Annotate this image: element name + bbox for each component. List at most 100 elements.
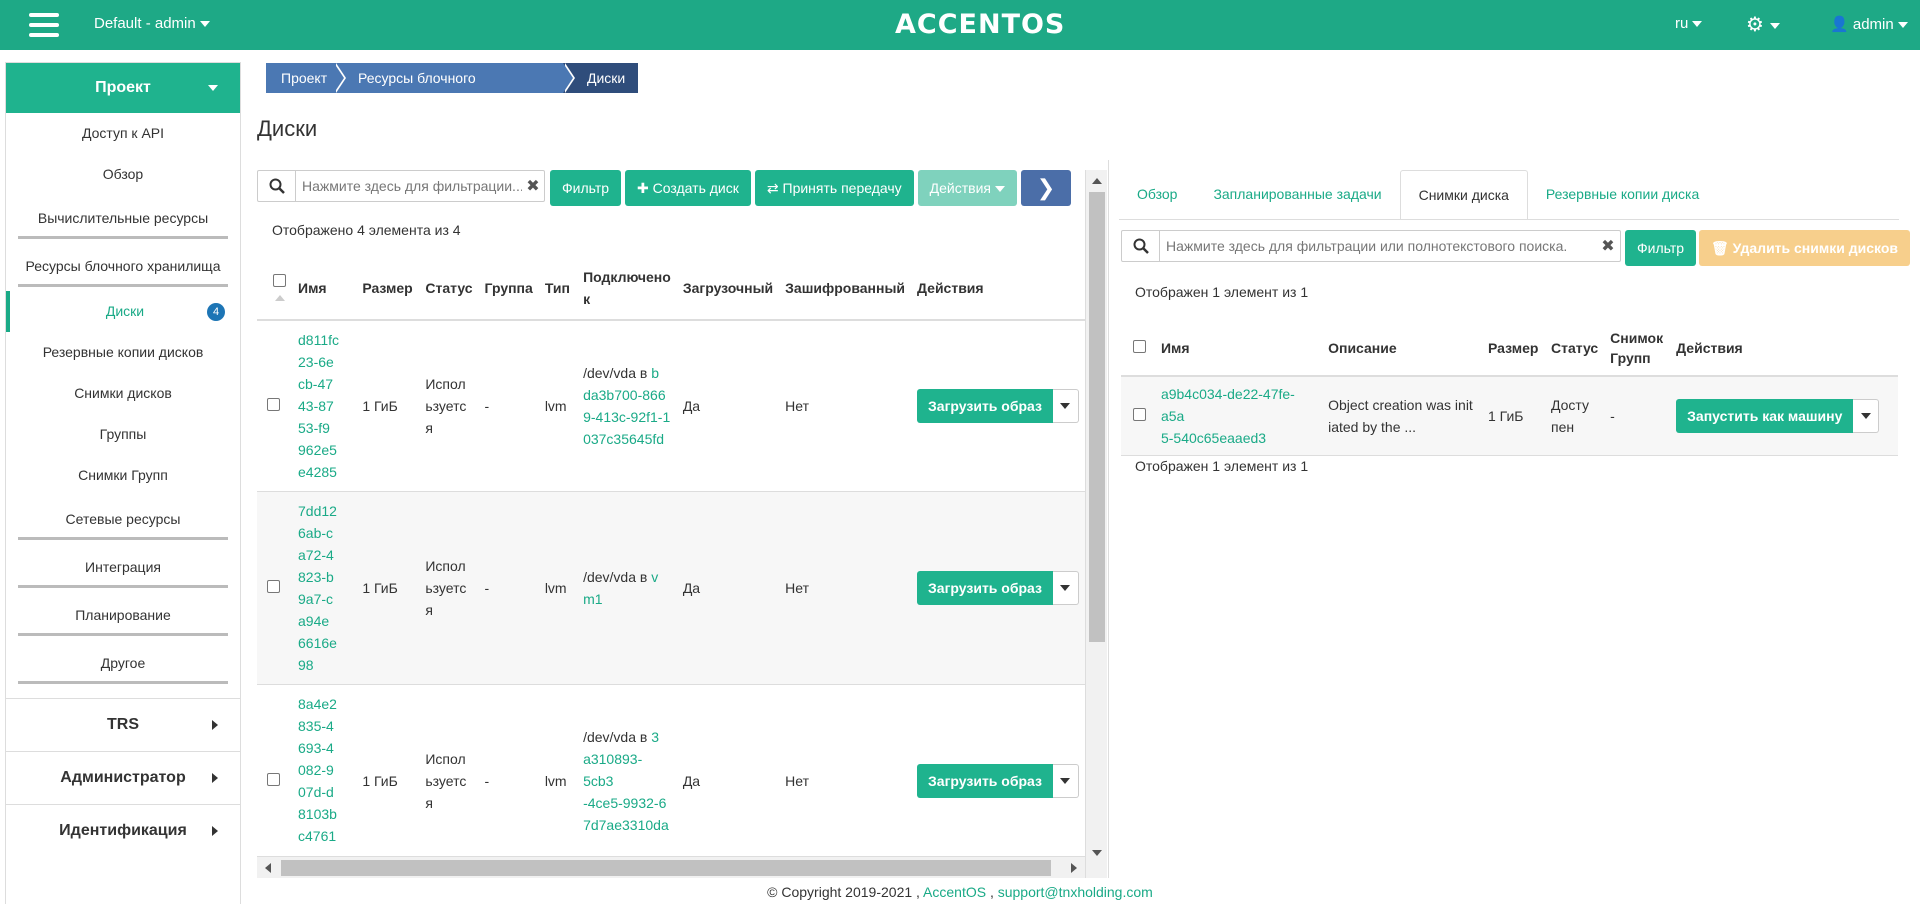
- volume-name-link[interactable]: 962e5: [298, 442, 337, 458]
- col-size[interactable]: Размер: [356, 256, 420, 321]
- col-status[interactable]: Статус: [1544, 320, 1605, 377]
- breadcrumb-block-storage[interactable]: Ресурсы блочного хранилища: [334, 63, 575, 116]
- attached-instance-link[interactable]: da3b700-866: [583, 387, 666, 403]
- upload-image-button[interactable]: Загрузить образ: [917, 764, 1053, 798]
- scroll-right-icon[interactable]: [1071, 863, 1077, 873]
- tab-volume-backups[interactable]: Резервные копии диска: [1528, 170, 1717, 220]
- launch-as-instance-button[interactable]: Запустить как машину: [1676, 399, 1854, 433]
- brand-link[interactable]: AccentOS: [923, 884, 986, 900]
- volume-name-link[interactable]: 53-f9: [298, 420, 330, 436]
- row-actions-dropdown[interactable]: [1052, 389, 1079, 423]
- sidebar-item-network[interactable]: Сетевые ресурсы: [6, 496, 240, 544]
- volume-name-link[interactable]: d811fc: [298, 332, 339, 348]
- volume-name-link[interactable]: e4285: [298, 464, 337, 480]
- settings-menu[interactable]: ⚙: [1746, 12, 1780, 37]
- snapshots-filter-button[interactable]: Фильтр: [1625, 230, 1697, 266]
- filter-button[interactable]: Фильтр: [550, 170, 622, 206]
- user-menu[interactable]: 👤 admin: [1830, 15, 1908, 33]
- attached-instance-link[interactable]: -4ce5-9932-6: [583, 795, 666, 811]
- col-group-snapshot[interactable]: Снимок Групп: [1604, 320, 1671, 377]
- volume-name-link[interactable]: cb-47: [298, 376, 333, 392]
- select-all-checkbox[interactable]: [273, 274, 286, 287]
- row-actions-dropdown[interactable]: [1052, 571, 1079, 605]
- row-actions-dropdown[interactable]: [1052, 764, 1079, 798]
- select-all-checkbox[interactable]: [1133, 339, 1146, 353]
- scroll-left-icon[interactable]: [265, 863, 271, 873]
- scroll-thumb[interactable]: [281, 860, 1051, 876]
- col-size[interactable]: Размер: [1482, 320, 1545, 377]
- row-checkbox[interactable]: [1133, 408, 1146, 421]
- col-type[interactable]: Тип: [538, 256, 578, 321]
- attached-instance-link[interactable]: 037c35645fd: [583, 431, 664, 447]
- col-bootable[interactable]: Загрузочный: [676, 256, 780, 321]
- sidebar-item-scheduling[interactable]: Планирование: [6, 592, 240, 640]
- volume-name-link[interactable]: 7dd12: [298, 503, 337, 519]
- sort-icon[interactable]: [275, 295, 285, 301]
- create-volume-button[interactable]: ✚ Создать диск: [625, 170, 751, 206]
- attached-instance-link[interactable]: v: [651, 569, 658, 585]
- row-actions-dropdown[interactable]: [1853, 399, 1880, 433]
- volume-name-link[interactable]: 823-b: [298, 569, 334, 585]
- sidebar-item-other[interactable]: Другое: [6, 640, 240, 688]
- sidebar-item-group-snapshots[interactable]: Снимки Групп: [6, 455, 240, 496]
- volume-name-link[interactable]: 835-4: [298, 718, 334, 734]
- attached-instance-link[interactable]: 9-413c-92f1-1: [583, 409, 670, 425]
- upload-image-button[interactable]: Загрузить образ: [917, 571, 1053, 605]
- volume-name-link[interactable]: 693-4: [298, 740, 334, 756]
- col-description[interactable]: Описание: [1322, 320, 1482, 377]
- sidebar-item-volumes[interactable]: Диски 4: [6, 291, 240, 332]
- vertical-scrollbar[interactable]: [1085, 170, 1107, 878]
- col-encrypted[interactable]: Зашифрованный: [779, 256, 912, 321]
- sidebar-item-volume-snapshots[interactable]: Снимки дисков: [6, 373, 240, 414]
- attached-instance-link[interactable]: b: [651, 365, 659, 381]
- next-button[interactable]: ❯: [1021, 170, 1071, 206]
- sidebar-project-header[interactable]: Проект: [6, 63, 240, 113]
- attached-instance-link[interactable]: m1: [583, 591, 602, 607]
- sidebar-item-overview[interactable]: Обзор: [6, 154, 240, 195]
- horizontal-scrollbar[interactable]: [257, 856, 1085, 878]
- col-attached[interactable]: Подключено к: [577, 256, 677, 321]
- delete-snapshots-button[interactable]: 🗑 Удалить снимки дисков: [1699, 230, 1910, 266]
- volume-name-link[interactable]: 23-6e: [298, 354, 334, 370]
- scroll-up-icon[interactable]: [1092, 178, 1102, 184]
- upload-image-button[interactable]: Загрузить образ: [917, 389, 1053, 423]
- support-email-link[interactable]: support@tnxholding.com: [998, 884, 1153, 900]
- col-group[interactable]: Группа: [478, 256, 539, 321]
- tab-overview[interactable]: Обзор: [1119, 170, 1195, 220]
- scroll-down-icon[interactable]: [1092, 850, 1102, 856]
- volume-name-link[interactable]: 9a7-c: [298, 591, 333, 607]
- hamburger-menu-icon[interactable]: [29, 13, 59, 37]
- tab-scheduled-tasks[interactable]: Запланированные задачи: [1195, 170, 1399, 220]
- snapshot-name-link[interactable]: a9b4c034-de22-47fe-a5a: [1161, 386, 1295, 424]
- volume-name-link[interactable]: 8a4e2: [298, 696, 337, 712]
- volumes-search-input[interactable]: Нажмите здесь для фильтрации... ✖: [257, 170, 545, 202]
- accept-transfer-button[interactable]: ⇄ Принять передачу: [754, 170, 914, 206]
- breadcrumb-project[interactable]: Проект: [266, 63, 346, 93]
- sidebar-item-integration[interactable]: Интеграция: [6, 544, 240, 592]
- attached-instance-link[interactable]: a310893-5cb3: [583, 751, 642, 789]
- sidebar-item-block-storage[interactable]: Ресурсы блочного хранилища: [6, 243, 240, 291]
- volume-name-link[interactable]: 43-87: [298, 398, 334, 414]
- col-status[interactable]: Статус: [419, 256, 479, 321]
- attached-instance-link[interactable]: 7d7ae3310da: [583, 817, 669, 833]
- volume-name-link[interactable]: c4761: [298, 828, 336, 844]
- sidebar-item-volume-backups[interactable]: Резервные копии дисков: [6, 332, 240, 373]
- snapshot-name-link[interactable]: 5-540c65eaaed3: [1161, 430, 1266, 446]
- volume-name-link[interactable]: a94e: [298, 613, 329, 629]
- col-name[interactable]: Имя: [1154, 320, 1323, 377]
- row-checkbox[interactable]: [267, 398, 280, 411]
- tab-volume-snapshots[interactable]: Снимки диска: [1399, 170, 1528, 220]
- volume-name-link[interactable]: 6616e: [298, 635, 337, 651]
- volume-name-link[interactable]: a72-4: [298, 547, 334, 563]
- sidebar-item-compute[interactable]: Вычислительные ресурсы: [6, 195, 240, 243]
- attached-instance-link[interactable]: 3: [651, 729, 659, 745]
- volume-name-link[interactable]: 6ab-c: [298, 525, 333, 541]
- sidebar-section-trs[interactable]: TRS: [6, 698, 240, 751]
- sidebar-item-api-access[interactable]: Доступ к API: [6, 113, 240, 154]
- actions-dropdown[interactable]: Действия: [917, 170, 1017, 206]
- snapshots-search-input[interactable]: Нажмите здесь для фильтрации или полноте…: [1121, 230, 1621, 262]
- volume-name-link[interactable]: 07d-d: [298, 784, 334, 800]
- clear-icon[interactable]: ✖: [522, 176, 544, 196]
- col-name[interactable]: Имя: [292, 256, 357, 321]
- volume-name-link[interactable]: 8103b: [298, 806, 337, 822]
